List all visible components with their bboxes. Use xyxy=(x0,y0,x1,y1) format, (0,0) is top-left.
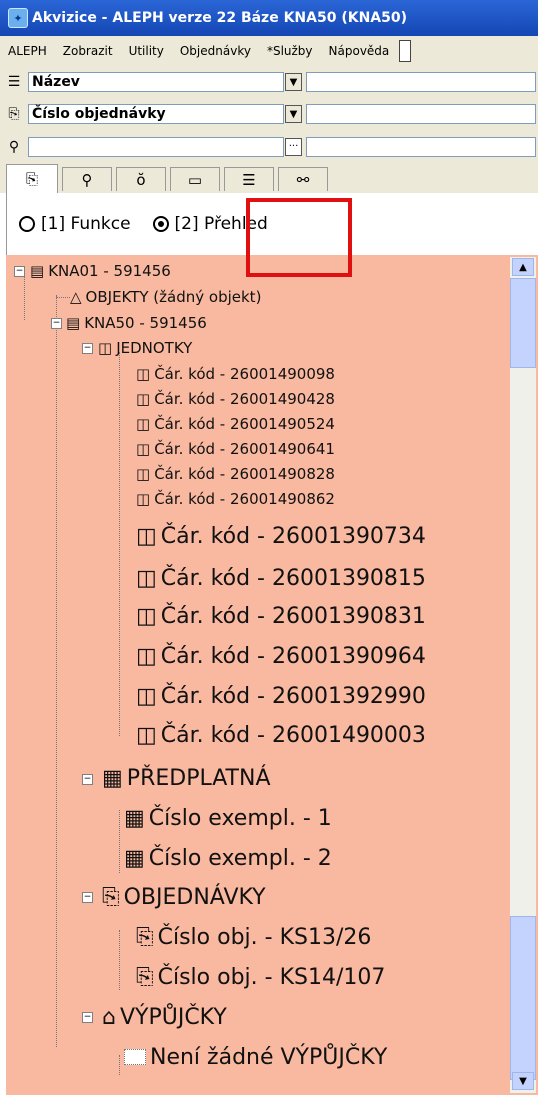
chevron-down-icon[interactable]: ▼ xyxy=(285,105,302,123)
item-icon: ◫ xyxy=(136,722,157,748)
search-row-title: ☰ Název ▼ xyxy=(0,66,538,98)
tab-strip: ⎘ ⚲ ŏ ▭ ☰ ⚯ xyxy=(0,163,538,193)
title-search-input[interactable] xyxy=(306,72,536,92)
order-icon: ⎘ xyxy=(136,924,154,950)
collapse-toggle[interactable]: − xyxy=(51,318,62,329)
collapse-toggle[interactable]: − xyxy=(82,774,93,785)
tree-item-order[interactable]: ⎘ Číslo obj. - KS14/107 xyxy=(136,960,385,994)
empty-icon xyxy=(124,1049,146,1065)
tab-order[interactable]: ⎘ xyxy=(6,164,58,193)
search-row-vendor: ⚲ ··· xyxy=(0,130,538,163)
tree-item-barcode[interactable]: ◫ Čár. kód - 26001390964 xyxy=(136,639,426,673)
tab-list[interactable]: ☰ xyxy=(224,167,274,191)
item-icon: ◫ xyxy=(98,339,113,357)
tab-vendor[interactable]: ⚲ xyxy=(62,167,112,191)
item-icon: ◫ xyxy=(136,365,151,383)
highlight-box xyxy=(246,198,352,277)
collapse-toggle[interactable]: − xyxy=(82,1012,93,1023)
window-title: Akvizice - ALEPH verze 22 Báze KNA50 (KN… xyxy=(32,10,408,26)
order-icon: ⎘ xyxy=(8,106,20,122)
tab-basket[interactable]: ŏ xyxy=(116,167,166,191)
tree-item-exemplar[interactable]: ▦ Číslo exempl. - 2 xyxy=(124,841,332,875)
subscription-icon: ▦ xyxy=(124,845,145,871)
menu-utility[interactable]: Utility xyxy=(121,44,172,58)
title-search-combo[interactable]: Název xyxy=(28,72,284,92)
tree-item-barcode[interactable]: ◫ Čár. kód - 26001390734 xyxy=(136,519,426,553)
vendor-name-field xyxy=(306,136,536,157)
collapse-toggle[interactable]: − xyxy=(14,266,25,277)
tree-item-barcode[interactable]: ◫ Čár. kód - 26001390831 xyxy=(136,599,426,633)
record-tree: − ▤ KNA01 - 591456 △ OBJEKTY (žádný obje… xyxy=(6,255,538,1095)
item-icon: ◫ xyxy=(136,643,157,669)
item-icon: ◫ xyxy=(136,465,151,483)
scroll-down-icon[interactable]: ▼ xyxy=(512,1072,534,1090)
subscription-icon: ▦ xyxy=(102,765,123,791)
app-icon: ✦ xyxy=(8,8,28,28)
menu-aleph[interactable]: ALEPH xyxy=(0,44,55,58)
browse-button[interactable]: ··· xyxy=(285,137,302,156)
tree-item-barcode[interactable]: ◫ Čár. kód - 26001490098 xyxy=(136,362,335,386)
tree-item-loan-empty[interactable]: Není žádné VÝPŮJČKY xyxy=(124,1040,387,1074)
tree-item-barcode[interactable]: ◫ Čár. kód - 26001490524 xyxy=(136,412,335,436)
tree-item-order[interactable]: ⎘ Číslo obj. - KS13/26 xyxy=(136,920,371,954)
tree-item-barcode[interactable]: ◫ Čár. kód - 26001392990 xyxy=(136,679,426,713)
order-search-input[interactable] xyxy=(306,104,536,124)
list-icon: ☰ xyxy=(7,74,21,90)
order-icon: ⎘ xyxy=(102,884,120,910)
order-icon: ⎘ xyxy=(136,964,154,990)
tree-item-barcode[interactable]: ◫ Čár. kód - 26001490428 xyxy=(136,387,335,411)
order-search-combo[interactable]: Číslo objednávky xyxy=(28,104,284,124)
record-icon: ▤ xyxy=(30,262,45,280)
tree-node-objekty[interactable]: △ OBJEKTY (žádný objekt) xyxy=(70,285,261,309)
item-icon: ◫ xyxy=(136,523,157,549)
vendor-search-input[interactable] xyxy=(28,136,284,157)
loan-icon: ⌂ xyxy=(102,1004,116,1030)
menu-bar: ALEPH Zobrazit Utility Objednávky *Služb… xyxy=(0,36,538,66)
vendor-icon: ⚲ xyxy=(8,138,20,155)
tree-item-barcode[interactable]: ◫ Čár. kód - 26001490003 xyxy=(136,718,426,752)
menu-zobrazit[interactable]: Zobrazit xyxy=(55,44,121,58)
collapse-toggle[interactable]: − xyxy=(82,892,93,903)
item-icon: ◫ xyxy=(136,565,157,591)
item-icon: ◫ xyxy=(136,683,157,709)
scrollbar-track-highlight[interactable] xyxy=(510,916,536,1080)
tree-item-barcode[interactable]: ◫ Čár. kód - 26001390815 xyxy=(136,561,426,595)
radio-prehled[interactable] xyxy=(152,216,169,232)
tree-node-kna50[interactable]: ▤ KNA50 - 591456 xyxy=(66,311,207,335)
tree-node-jednotky[interactable]: ◫ JEDNOTKY xyxy=(98,336,192,360)
tree-item-exemplar[interactable]: ▦ Číslo exempl. - 1 xyxy=(124,801,332,835)
tree-node-root[interactable]: ▤ KNA01 - 591456 xyxy=(30,259,171,283)
object-icon: △ xyxy=(70,288,82,306)
radio-funkce[interactable] xyxy=(19,216,35,232)
record-icon: ▤ xyxy=(66,314,81,332)
menu-overflow xyxy=(399,40,412,62)
tree-item-barcode[interactable]: ◫ Čár. kód - 26001490828 xyxy=(136,462,335,486)
menu-objednavky[interactable]: Objednávky xyxy=(172,44,259,58)
item-icon: ◫ xyxy=(136,415,151,433)
item-icon: ◫ xyxy=(136,440,151,458)
radio-funkce-label[interactable]: [1] Funkce xyxy=(41,214,131,234)
tab-binoculars[interactable]: ⚯ xyxy=(278,167,328,191)
tree-item-barcode[interactable]: ◫ Čár. kód - 26001490641 xyxy=(136,437,335,461)
tab-folder[interactable]: ▭ xyxy=(170,167,220,191)
menu-napoveda[interactable]: Nápověda xyxy=(321,44,398,58)
item-icon: ◫ xyxy=(136,390,151,408)
tree-node-objednavky[interactable]: ⎘ OBJEDNÁVKY xyxy=(102,880,266,914)
item-icon: ◫ xyxy=(136,603,157,629)
search-row-order: ⎘ Číslo objednávky ▼ xyxy=(0,98,538,130)
subscription-icon: ▦ xyxy=(124,805,145,831)
scrollbar-thumb[interactable] xyxy=(510,278,536,368)
menu-sluzby[interactable]: *Služby xyxy=(259,44,321,58)
item-icon: ◫ xyxy=(136,490,151,508)
tree-node-vypujcky[interactable]: ⌂ VÝPŮJČKY xyxy=(102,1000,227,1034)
chevron-down-icon[interactable]: ▼ xyxy=(285,73,302,91)
tree-node-predplatna[interactable]: ▦ PŘEDPLATNÁ xyxy=(102,761,271,795)
tree-item-barcode[interactable]: ◫ Čár. kód - 26001490862 xyxy=(136,487,335,511)
title-bar: ✦ Akvizice - ALEPH verze 22 Báze KNA50 (… xyxy=(0,0,538,36)
scroll-up-icon[interactable]: ▲ xyxy=(512,258,534,276)
collapse-toggle[interactable]: − xyxy=(82,343,93,354)
